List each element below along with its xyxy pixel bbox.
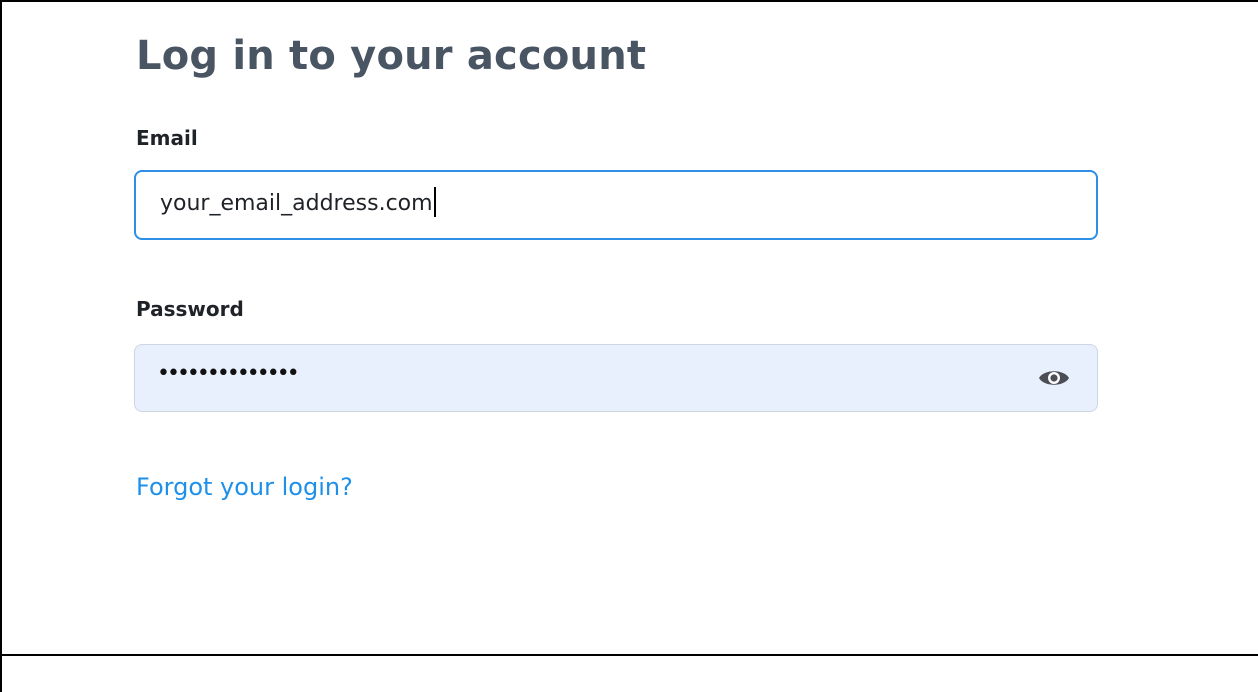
frame-divider-bottom: [0, 654, 1258, 656]
email-input-value[interactable]: your_email_address.com: [160, 187, 436, 219]
password-field[interactable]: ••••••••••••••: [134, 344, 1098, 412]
text-caret: [433, 187, 436, 217]
frame-border-top: [0, 0, 1258, 2]
page-title: Log in to your account: [136, 33, 647, 79]
password-input-value[interactable]: ••••••••••••••: [157, 361, 300, 386]
frame-border-left: [0, 0, 2, 692]
eye-icon: [1039, 371, 1069, 385]
email-field[interactable]: your_email_address.com: [134, 170, 1098, 240]
email-label: Email: [136, 126, 198, 150]
password-label: Password: [136, 297, 244, 321]
forgot-login-link[interactable]: Forgot your login?: [136, 473, 353, 501]
show-password-button[interactable]: [1037, 363, 1071, 393]
